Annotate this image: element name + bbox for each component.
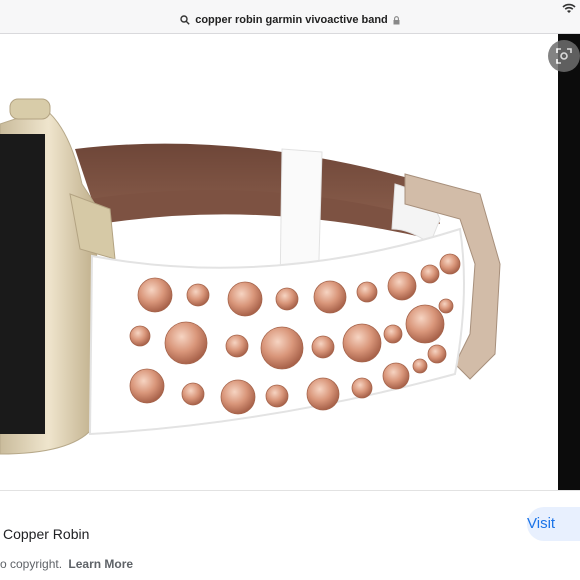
lens-button[interactable] bbox=[548, 40, 580, 72]
copyright-notice: o copyright. Learn More bbox=[0, 557, 133, 571]
search-icon bbox=[180, 15, 190, 25]
visit-button[interactable]: Visit bbox=[527, 507, 580, 541]
product-image[interactable] bbox=[0, 34, 558, 490]
divider bbox=[0, 490, 580, 491]
lock-icon bbox=[393, 15, 400, 24]
watch-band-photo bbox=[0, 98, 501, 455]
lens-icon bbox=[556, 48, 572, 64]
address-bar[interactable]: copper robin garmin vivoactive band bbox=[0, 10, 580, 30]
result-title[interactable]: Copper Robin bbox=[3, 526, 89, 542]
browser-top-bar: copper robin garmin vivoactive band bbox=[0, 0, 580, 34]
search-query: copper robin garmin vivoactive band bbox=[195, 14, 388, 26]
learn-more-link[interactable]: Learn More bbox=[68, 557, 133, 571]
dark-side-panel bbox=[558, 34, 580, 490]
copyright-text: o copyright. bbox=[0, 557, 63, 571]
visit-label: Visit bbox=[527, 515, 556, 532]
